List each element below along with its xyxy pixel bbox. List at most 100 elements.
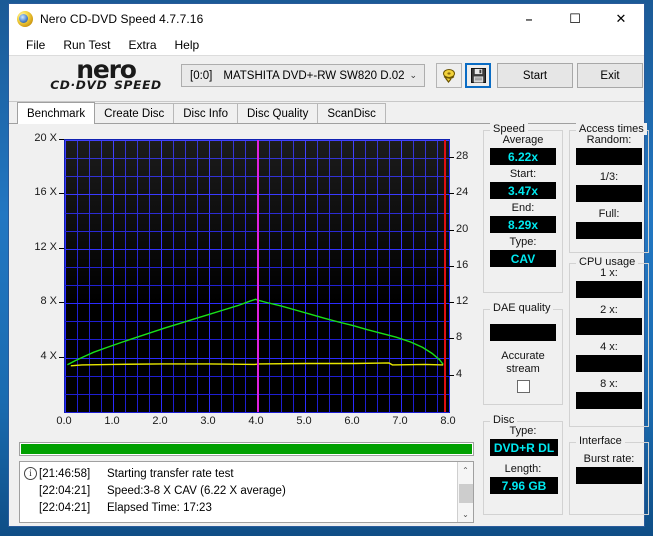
panel-speed: Speed Average 6.22x Start: 3.47x End: 8.… bbox=[483, 123, 563, 293]
speed-end-value: 8.29x bbox=[490, 216, 556, 233]
drive-name: MATSHITA DVD+-RW SW820 D.02 bbox=[223, 69, 405, 82]
menu-item-extra[interactable]: Extra bbox=[119, 36, 165, 54]
save-button[interactable] bbox=[465, 63, 491, 88]
y-axis-right-tick: 20 bbox=[456, 222, 469, 235]
panel-dae-title: DAE quality bbox=[490, 302, 554, 314]
tab-create-disc[interactable]: Create Disc bbox=[94, 103, 175, 123]
cpu-1x-label: 1 x: bbox=[600, 267, 618, 279]
log-scrollbar[interactable]: ⌃ ⌄ bbox=[457, 462, 473, 522]
y-axis-left-tickmark bbox=[59, 247, 64, 249]
app-window: Nero CD-DVD Speed 4.7.7.16 – ☐ ✕ File Ru… bbox=[8, 3, 649, 527]
minimize-button[interactable]: – bbox=[506, 4, 552, 34]
tab-strip: Benchmark Create Disc Disc Info Disc Qua… bbox=[9, 102, 644, 124]
log-list: i [21:46:58] Starting transfer rate test… bbox=[20, 462, 457, 522]
cpu-4x-label: 4 x: bbox=[600, 341, 618, 353]
y-axis-right-tick: 16 bbox=[456, 258, 469, 271]
menu-item-run-test[interactable]: Run Test bbox=[54, 36, 119, 54]
chevron-down-icon: ⌄ bbox=[409, 70, 417, 81]
cpu-2x-label: 2 x: bbox=[600, 304, 618, 316]
x-axis-tick: 3.0 bbox=[200, 415, 216, 427]
disc-type-value: DVD+R DL bbox=[490, 439, 558, 456]
log-message: Starting transfer rate test bbox=[107, 467, 234, 480]
eject-disc-button[interactable] bbox=[436, 63, 462, 88]
access-third-value bbox=[576, 185, 642, 202]
panel-access-title: Access times bbox=[576, 123, 647, 135]
scroll-up-icon[interactable]: ⌃ bbox=[458, 462, 474, 478]
accurate-stream-checkbox[interactable] bbox=[516, 380, 530, 393]
cpu-8x-label: 8 x: bbox=[600, 378, 618, 390]
x-axis-tick: 4.0 bbox=[248, 415, 264, 427]
x-axis-tick: 8.0 bbox=[440, 415, 456, 427]
tab-benchmark[interactable]: Benchmark bbox=[17, 102, 96, 124]
nero-disc-icon bbox=[17, 11, 33, 27]
y-axis-right-tickmark bbox=[449, 157, 454, 159]
y-axis-left-tickmark bbox=[59, 302, 64, 304]
speed-type-value: CAV bbox=[490, 250, 556, 267]
list-item: [22:04:21] Elapsed Time: 17:23 bbox=[24, 499, 457, 516]
y-axis-right-tickmark bbox=[449, 338, 454, 340]
window-controls: – ☐ ✕ bbox=[506, 4, 644, 34]
scroll-down-icon[interactable]: ⌄ bbox=[458, 506, 474, 522]
speed-start-value: 3.47x bbox=[490, 182, 556, 199]
progress-bar-fill bbox=[21, 444, 472, 454]
series-transfer-rate bbox=[67, 298, 444, 366]
nero-sub-wordmark: CD·DVD SPEED bbox=[50, 78, 162, 92]
scrollbar-thumb[interactable] bbox=[458, 484, 473, 503]
panel-interface-title: Interface bbox=[576, 435, 625, 447]
drive-select[interactable]: [0:0] MATSHITA DVD+-RW SW820 D.02 ⌄ bbox=[181, 64, 425, 87]
menu-item-help[interactable]: Help bbox=[166, 36, 209, 54]
x-axis-tick: 5.0 bbox=[296, 415, 312, 427]
log-time: [22:04:21] bbox=[39, 484, 91, 497]
toolbar: nero CD·DVD SPEED [0:0] MATSHITA DVD+-RW… bbox=[9, 56, 644, 102]
accurate-stream-label-1: Accurate bbox=[501, 350, 545, 362]
y-axis-right-tick: 8 bbox=[456, 331, 463, 344]
maximize-button[interactable]: ☐ bbox=[552, 4, 598, 34]
y-axis-right-tickmark bbox=[449, 302, 454, 304]
benchmark-chart: 4 X 8 X 12 X 16 X 20 X 4 8 12 16 20 24 28 0.0 1.0 2.… bbox=[11, 127, 477, 439]
tab-disc-quality[interactable]: Disc Quality bbox=[237, 103, 319, 123]
log-message: Speed:3-8 X CAV (6.22 X average) bbox=[107, 484, 286, 497]
floppy-save-icon bbox=[470, 68, 486, 83]
panel-speed-title: Speed bbox=[490, 123, 528, 135]
title-bar: Nero CD-DVD Speed 4.7.7.16 – ☐ ✕ bbox=[9, 4, 644, 34]
y-axis-right-tickmark bbox=[449, 374, 454, 376]
exit-button[interactable]: Exit bbox=[577, 63, 643, 88]
speed-type-label: Type: bbox=[509, 236, 537, 248]
y-axis-right-tickmark bbox=[449, 265, 454, 267]
cpu-8x-value bbox=[576, 392, 642, 409]
panel-access-times: Access times Random: 1/3: Full: bbox=[569, 123, 649, 253]
speed-end-label: End: bbox=[511, 202, 535, 214]
panel-cpu-usage: CPU usage 1 x: 2 x: 4 x: 8 x: bbox=[569, 256, 649, 427]
close-button[interactable]: ✕ bbox=[598, 4, 644, 34]
menu-item-file[interactable]: File bbox=[17, 36, 54, 54]
info-icon: i bbox=[24, 467, 37, 480]
end-of-data-marker bbox=[444, 140, 447, 412]
tab-disc-info[interactable]: Disc Info bbox=[173, 103, 238, 123]
accurate-stream-label-2: stream bbox=[506, 363, 540, 375]
panel-disc-title: Disc bbox=[490, 414, 518, 426]
y-axis-left-tick: 4 X bbox=[40, 349, 57, 362]
window-title: Nero CD-DVD Speed 4.7.7.16 bbox=[40, 12, 204, 26]
speed-average-value: 6.22x bbox=[490, 148, 556, 165]
y-axis-left-tick: 8 X bbox=[40, 295, 57, 308]
y-axis-left-tick: 16 X bbox=[34, 186, 57, 199]
x-axis-tick: 6.0 bbox=[344, 415, 360, 427]
chart-plot-area bbox=[64, 139, 450, 413]
cpu-2x-value bbox=[576, 318, 642, 335]
access-full-label: Full: bbox=[598, 208, 620, 220]
layer-break-marker bbox=[257, 140, 259, 412]
y-axis-right-tick: 28 bbox=[456, 150, 469, 163]
cpu-1x-value bbox=[576, 281, 642, 298]
start-button[interactable]: Start bbox=[497, 63, 573, 88]
y-axis-right-tick: 24 bbox=[456, 186, 469, 199]
speed-average-label: Average bbox=[502, 134, 544, 146]
access-full-value bbox=[576, 222, 642, 239]
burst-rate-label: Burst rate: bbox=[583, 453, 635, 465]
log-icon-placeholder bbox=[24, 501, 37, 514]
panel-dae-quality: DAE quality Accurate stream bbox=[483, 302, 563, 405]
y-axis-left-tickmark bbox=[59, 356, 64, 358]
drive-index: [0:0] bbox=[190, 69, 213, 82]
tab-scandisc[interactable]: ScanDisc bbox=[317, 103, 386, 123]
x-axis-tick: 1.0 bbox=[104, 415, 120, 427]
x-axis-tick: 0.0 bbox=[56, 415, 72, 427]
